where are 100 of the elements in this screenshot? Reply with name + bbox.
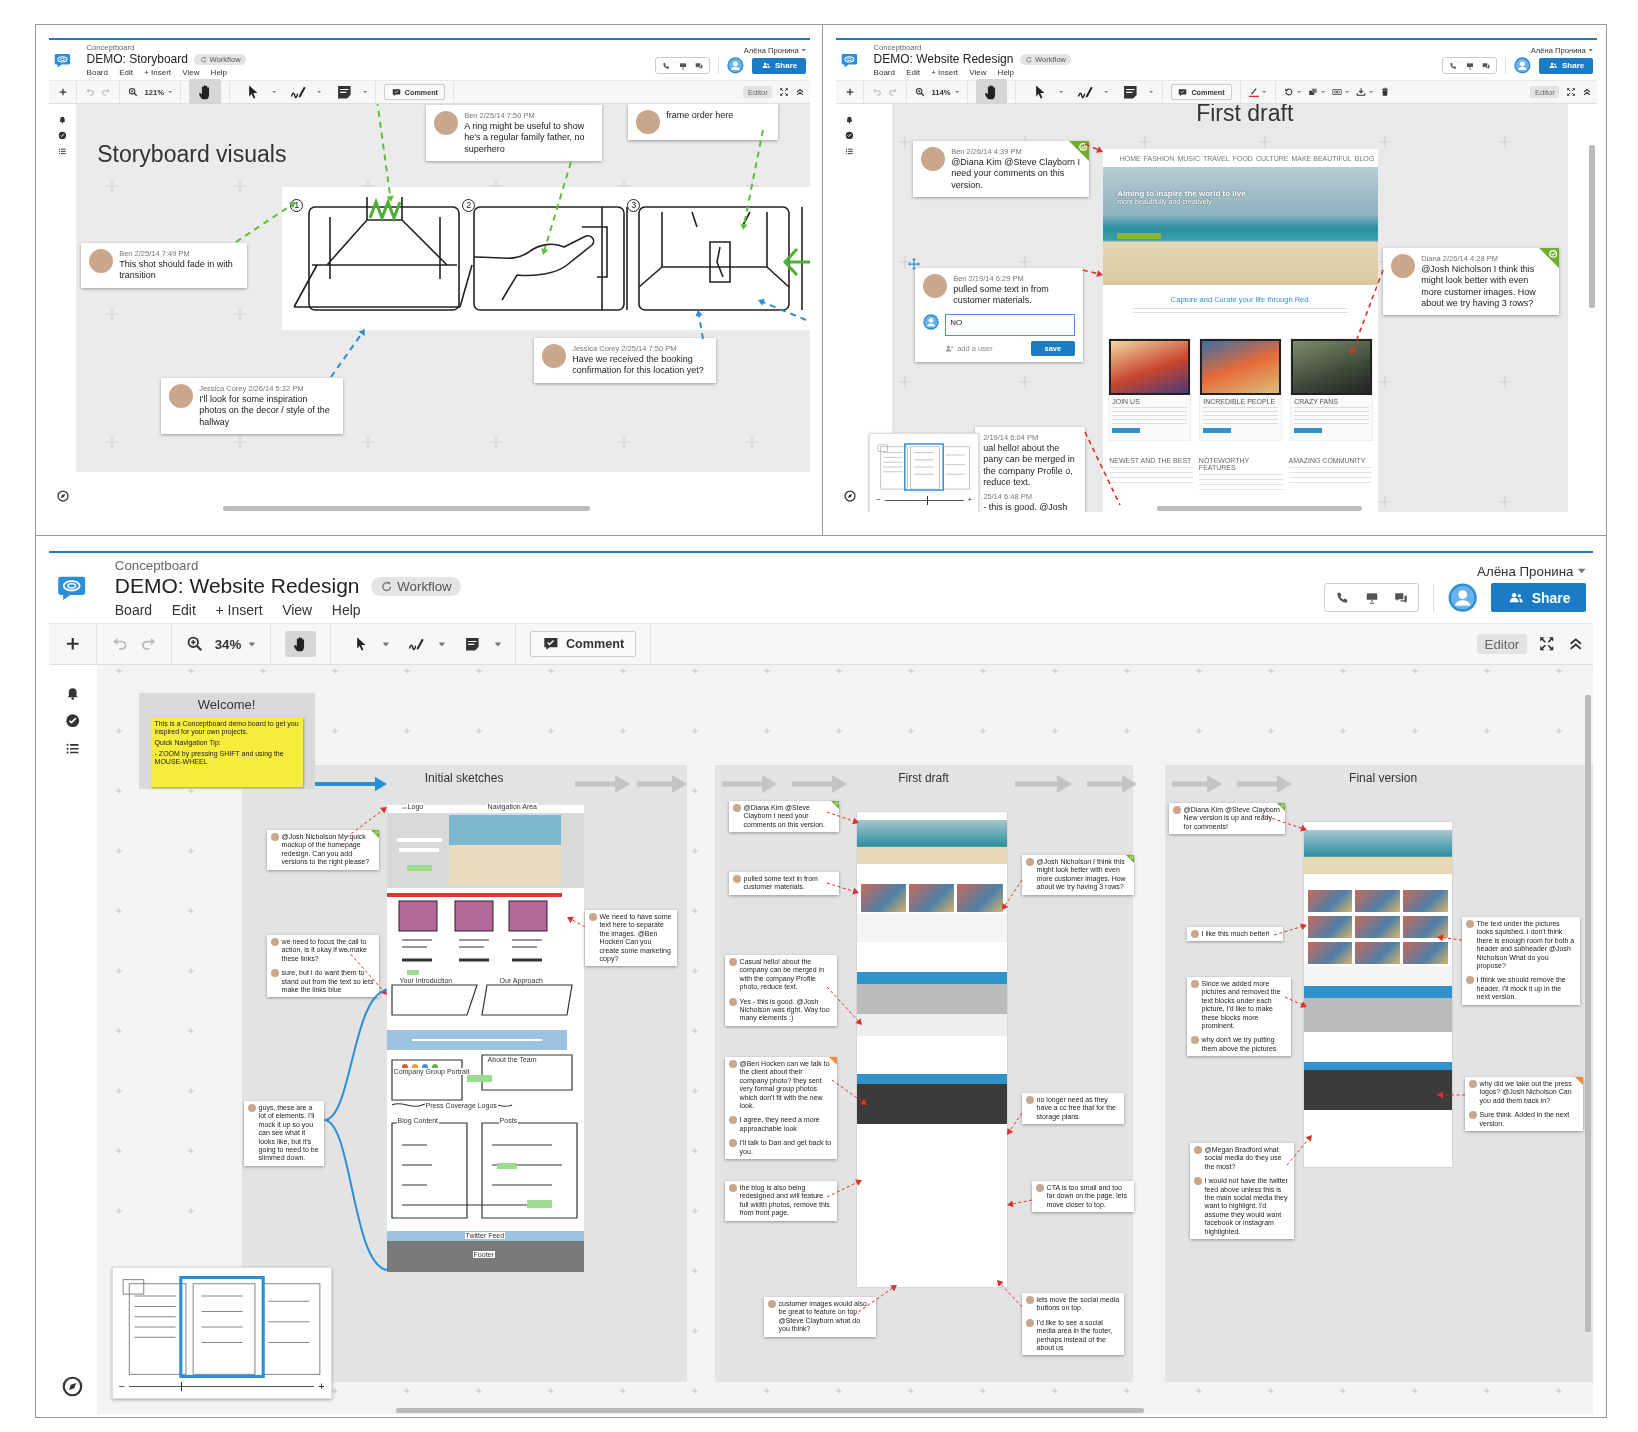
add-icon[interactable]: [57, 87, 68, 97]
zoom-level[interactable]: 34%: [214, 636, 242, 652]
call-controls[interactable]: [655, 57, 710, 75]
call-controls[interactable]: [1324, 583, 1419, 612]
card-button[interactable]: [1112, 428, 1141, 433]
scrollbar[interactable]: [395, 1408, 1145, 1413]
bell-icon[interactable]: [845, 115, 854, 124]
caret-icon[interactable]: [954, 90, 959, 94]
screen-icon[interactable]: [1364, 590, 1379, 605]
compass-icon[interactable]: [56, 490, 69, 503]
fullscreen-icon[interactable]: [778, 87, 789, 97]
menu-item[interactable]: Help: [997, 68, 1015, 78]
phone-icon[interactable]: [1335, 590, 1350, 605]
menu-item[interactable]: Help: [331, 601, 361, 618]
trash-icon[interactable]: [1379, 87, 1390, 97]
layers-icon[interactable]: [1307, 87, 1318, 97]
zoom-in-button[interactable]: +: [318, 1380, 325, 1392]
caret-icon[interactable]: [437, 640, 446, 648]
comment-card[interactable]: [1189, 1143, 1294, 1239]
check-circle-icon[interactable]: [845, 131, 854, 140]
caret-icon[interactable]: [493, 640, 502, 648]
caret-icon[interactable]: [1262, 90, 1267, 94]
zoom-out-button[interactable]: −: [118, 1380, 126, 1392]
add-icon[interactable]: [64, 635, 82, 653]
caret-icon[interactable]: [317, 90, 322, 94]
caret-icon[interactable]: [272, 90, 277, 94]
collapse-icon[interactable]: [1582, 87, 1593, 97]
resolved-corner-icon[interactable]: [370, 830, 379, 838]
screen-icon[interactable]: [1465, 61, 1474, 70]
menu-item[interactable]: Edit: [119, 68, 133, 78]
user-name[interactable]: Алёна Пронина: [1477, 563, 1574, 579]
compass-icon[interactable]: [62, 1376, 84, 1398]
rotate-icon[interactable]: [1283, 87, 1294, 97]
caret-icon[interactable]: [382, 640, 390, 648]
hand-tool-button[interactable]: [189, 79, 221, 105]
list-icon[interactable]: [845, 147, 854, 156]
caret-icon[interactable]: [1368, 90, 1374, 94]
call-controls[interactable]: [1442, 57, 1497, 75]
caret-icon[interactable]: [1104, 90, 1109, 94]
logo-icon[interactable]: [53, 51, 71, 69]
menu-item[interactable]: Board: [114, 601, 153, 618]
share-button[interactable]: Share: [1538, 57, 1593, 74]
scrollbar[interactable]: [1585, 694, 1591, 1332]
zoom-icon[interactable]: [915, 87, 926, 97]
menu-item[interactable]: View: [182, 68, 200, 78]
collapse-icon[interactable]: [795, 87, 806, 97]
user-avatar-icon[interactable]: [1447, 582, 1478, 613]
zoom-out-button[interactable]: −: [876, 496, 881, 504]
menu-item[interactable]: Board: [86, 68, 108, 78]
caret-icon[interactable]: [248, 640, 256, 648]
bell-icon[interactable]: [58, 115, 67, 124]
caret-icon[interactable]: [1344, 90, 1350, 94]
fullscreen-icon[interactable]: [1565, 87, 1576, 97]
resolved-corner-icon[interactable]: [1539, 248, 1560, 268]
user-avatar-icon[interactable]: [1514, 57, 1531, 75]
screen-icon[interactable]: [678, 61, 687, 70]
comment-card[interactable]: frame order here: [628, 104, 779, 140]
share-button[interactable]: Share: [751, 57, 806, 74]
chat-icon[interactable]: [695, 61, 704, 70]
menu-item[interactable]: Board: [873, 68, 895, 78]
menu-item[interactable]: Help: [210, 68, 228, 78]
menu-item[interactable]: View: [969, 68, 987, 78]
caret-icon[interactable]: [1587, 47, 1593, 53]
workflow-button[interactable]: Workflow: [370, 576, 461, 596]
caret-icon[interactable]: [362, 90, 368, 94]
menu-item[interactable]: + Insert: [931, 68, 959, 78]
group-icon[interactable]: [1331, 87, 1342, 97]
minimap[interactable]: − +: [869, 433, 980, 512]
minimap[interactable]: − +: [111, 1267, 332, 1399]
scrollbar[interactable]: [1156, 506, 1363, 511]
zoom-icon[interactable]: [128, 87, 139, 97]
card-button[interactable]: [1294, 428, 1323, 433]
move-icon[interactable]: [908, 258, 921, 270]
scrollbar[interactable]: [1589, 144, 1595, 308]
resolved-corner-icon[interactable]: [1125, 855, 1134, 863]
chat-icon[interactable]: [1393, 590, 1408, 605]
chat-icon[interactable]: [1482, 61, 1491, 70]
share-button[interactable]: Share: [1491, 583, 1586, 612]
caret-icon[interactable]: [1058, 90, 1064, 94]
hand-tool-button[interactable]: [285, 631, 317, 657]
check-circle-icon[interactable]: [58, 131, 67, 140]
caret-icon[interactable]: [167, 90, 173, 94]
user-avatar-icon[interactable]: [727, 57, 744, 75]
menu-item[interactable]: Edit: [171, 601, 196, 618]
caret-icon[interactable]: [1296, 90, 1302, 94]
menu-item[interactable]: + Insert: [144, 68, 172, 78]
pen-color-icon[interactable]: [1249, 87, 1259, 97]
add-user-icon[interactable]: [945, 343, 955, 353]
resolved-corner-icon[interactable]: [830, 801, 839, 809]
caret-icon[interactable]: [800, 47, 806, 53]
caret-icon[interactable]: [1576, 567, 1586, 576]
hand-tool-button[interactable]: [975, 79, 1008, 105]
download-icon[interactable]: [1355, 87, 1366, 97]
reply-field[interactable]: NO: [945, 313, 1076, 336]
menu-item[interactable]: Edit: [906, 68, 920, 78]
menu-item[interactable]: + Insert: [215, 601, 263, 618]
comment-card[interactable]: [1461, 917, 1580, 1005]
add-icon[interactable]: [844, 87, 855, 97]
caret-icon[interactable]: [1320, 90, 1326, 94]
comment-card[interactable]: [724, 1057, 837, 1159]
